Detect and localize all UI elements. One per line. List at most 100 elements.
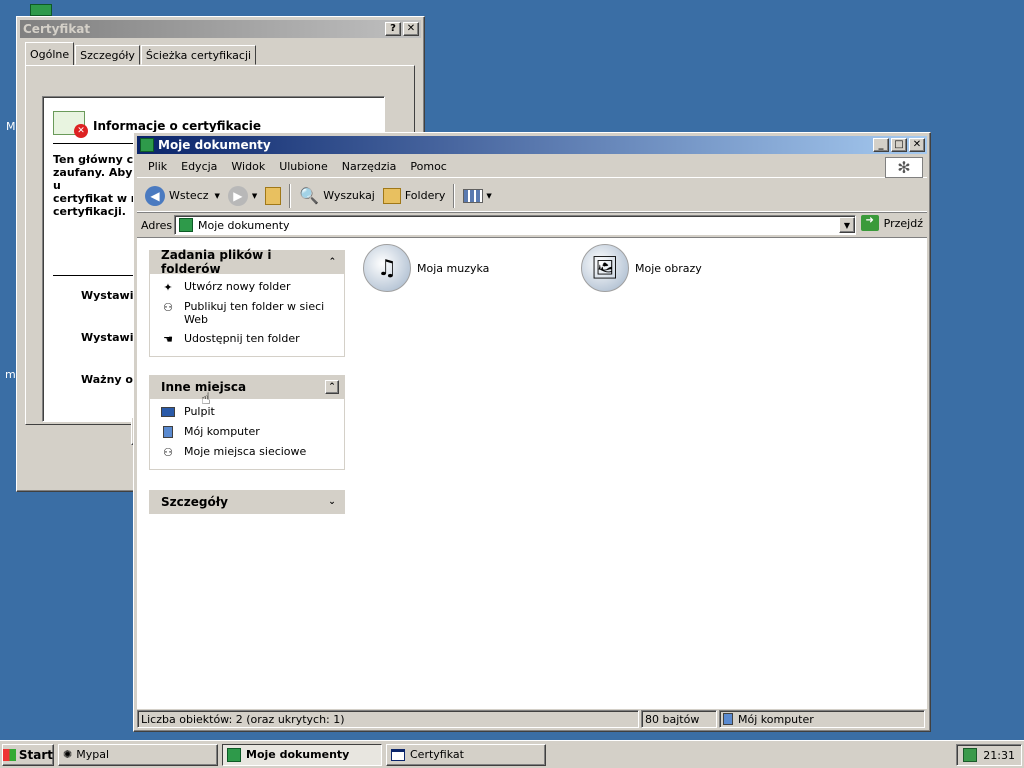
task-list: ✦ Utwórz nowy folder ⚇ Publikuj ten fold… <box>149 274 345 357</box>
tab-general[interactable]: Ogólne <box>25 42 75 66</box>
window-title: Moje dokumenty <box>158 138 271 152</box>
place-my-computer[interactable]: Mój komputer <box>160 425 334 439</box>
issued-by-label: Wystawic <box>81 331 140 344</box>
maximize-icon[interactable]: □ <box>891 138 907 152</box>
other-places-panel: Inne miejsca ⌃ Pulpit Mój komputer ⚇ Moj… <box>149 375 345 470</box>
my-computer-icon <box>723 713 733 725</box>
menu-favorites[interactable]: Ulubione <box>272 160 335 173</box>
task-label: Udostępnij ten folder <box>184 332 300 345</box>
desktop-icon-green[interactable] <box>30 4 52 16</box>
task-share-folder[interactable]: ☚ Udostępnij ten folder <box>160 332 334 346</box>
pictures-folder-icon: 🖼 <box>581 244 629 292</box>
tray-icon[interactable] <box>963 748 977 762</box>
menu-edit[interactable]: Edycja <box>174 160 224 173</box>
zone-label: Mój komputer <box>738 712 814 726</box>
body-line: certyfikacji. <box>53 205 126 218</box>
share-folder-icon: ☚ <box>163 332 173 346</box>
certificate-titlebar[interactable]: Certyfikat ? ✕ <box>20 20 421 38</box>
windows-logo-icon <box>3 748 16 761</box>
forward-arrow-icon: ▶ <box>227 185 248 206</box>
search-icon: 🔍 <box>299 186 320 205</box>
my-computer-icon <box>160 425 176 439</box>
forward-button[interactable]: ▶ ▼ <box>224 183 261 209</box>
menu-tools[interactable]: Narzędzia <box>335 160 404 173</box>
address-input[interactable]: Moje dokumenty ▼ <box>174 215 856 235</box>
back-arrow-icon: ◀ <box>145 185 165 206</box>
certificate-info-title: Informacje o certyfikacie <box>93 119 262 133</box>
place-desktop[interactable]: Pulpit <box>160 405 334 419</box>
throbber-icon: ✻ <box>885 157 923 178</box>
go-arrow-icon: ➜ <box>860 215 879 231</box>
chevron-down-icon[interactable]: ▼ <box>839 217 855 233</box>
body-line: zaufany. Aby u <box>53 166 133 192</box>
views-button[interactable]: ▼ <box>459 183 495 209</box>
place-network[interactable]: ⚇ Moje miejsca sieciowe <box>160 445 334 459</box>
expand-icon[interactable]: ⌄ <box>325 495 339 509</box>
folder-item-pictures[interactable]: 🖼 Moje obrazy <box>581 244 702 292</box>
close-icon[interactable]: ✕ <box>909 138 925 152</box>
other-places-header[interactable]: Inne miejsca ⌃ <box>149 375 345 399</box>
panel-title: Inne miejsca <box>161 380 247 394</box>
desktop-icon <box>160 405 176 419</box>
folder-item-music[interactable]: ♫ Moja muzyka <box>363 244 489 292</box>
taskbar-item-moje-dokumenty[interactable]: Moje dokumenty <box>222 743 382 766</box>
menu-bar: Plik Edycja Widok Ulubione Narzędzia Pom… <box>137 156 927 178</box>
folders-button[interactable]: Foldery <box>379 183 450 209</box>
up-folder-button[interactable] <box>261 183 285 209</box>
collapse-icon[interactable]: ⌃ <box>325 380 339 394</box>
go-button[interactable]: ➜ Przejdź <box>860 215 923 231</box>
file-folder-tasks-panel: Zadania plików i folderów ⌃ ✦ Utwórz now… <box>149 248 345 357</box>
chevron-down-icon[interactable]: ▼ <box>215 192 220 200</box>
explorer-window: Moje dokumenty _ □ ✕ Plik Edycja Widok U… <box>133 132 931 732</box>
taskbar: Start ✺ Mypal Moje dokumenty Certyfikat … <box>0 740 1024 768</box>
collapse-icon[interactable]: ⌃ <box>326 255 339 269</box>
menu-help[interactable]: Pomoc <box>403 160 453 173</box>
menu-view[interactable]: Widok <box>224 160 272 173</box>
window-icon <box>391 748 405 761</box>
task-new-folder[interactable]: ✦ Utwórz nowy folder <box>160 280 334 294</box>
explorer-titlebar[interactable]: Moje dokumenty _ □ ✕ <box>137 136 927 154</box>
go-label: Przejdź <box>883 216 923 230</box>
tab-details[interactable]: Szczegóły <box>75 45 140 65</box>
folder-icon <box>179 218 193 232</box>
folder-icon <box>140 138 154 152</box>
place-label: Mój komputer <box>184 425 260 438</box>
mypal-icon: ✺ <box>63 748 73 761</box>
music-folder-icon: ♫ <box>363 244 411 292</box>
tab-certification-path[interactable]: Ścieżka certyfikacji <box>140 45 257 65</box>
desktop-icon-label: M <box>6 120 16 133</box>
toolbar: ◀ Wstecz ▼ ▶ ▼ 🔍 Wyszukaj Foldery ▼ <box>137 180 927 212</box>
help-icon[interactable]: ? <box>385 22 401 36</box>
menu-file[interactable]: Plik <box>141 160 174 173</box>
place-label: Moje miejsca sieciowe <box>184 445 307 458</box>
search-label: Wyszukaj <box>323 189 375 202</box>
window-title: Certyfikat <box>23 22 91 36</box>
status-bar: Liczba obiektów: 2 (oraz ukrytych: 1) 80… <box>137 710 927 728</box>
task-publish-web[interactable]: ⚇ Publikuj ten folder w sieci Web <box>160 300 334 326</box>
network-places-icon: ⚇ <box>163 445 173 459</box>
body-line: certyfikat w n <box>53 192 139 205</box>
valid-from-label: Ważny od <box>81 373 141 386</box>
details-header[interactable]: Szczegóły ⌄ <box>149 490 345 514</box>
clock[interactable]: 21:31 <box>983 749 1015 762</box>
folder-content: Zadania plików i folderów ⌃ ✦ Utwórz now… <box>137 237 927 709</box>
taskbar-item-certyfikat[interactable]: Certyfikat <box>386 743 546 766</box>
close-icon[interactable]: ✕ <box>403 22 419 36</box>
taskbar-item-label: Mypal <box>76 748 109 761</box>
start-button[interactable]: Start <box>2 743 54 766</box>
chevron-down-icon[interactable]: ▼ <box>486 192 491 200</box>
panel-title: Zadania plików i folderów <box>161 248 272 276</box>
minimize-icon[interactable]: _ <box>873 138 889 152</box>
new-folder-icon: ✦ <box>163 280 173 294</box>
back-button[interactable]: ◀ Wstecz ▼ <box>141 183 224 209</box>
taskbar-item-label: Moje dokumenty <box>246 748 350 761</box>
chevron-down-icon[interactable]: ▼ <box>252 192 257 200</box>
places-list: Pulpit Mój komputer ⚇ Moje miejsca sieci… <box>149 399 345 470</box>
up-folder-icon <box>265 186 282 205</box>
task-label: Utwórz nowy folder <box>184 280 291 293</box>
file-folder-tasks-header[interactable]: Zadania plików i folderów ⌃ <box>149 248 345 276</box>
body-line: Ten główny ce <box>53 153 141 166</box>
certificate-tabs: Ogólne Szczegóły Ścieżka certyfikacji <box>25 42 257 66</box>
search-button[interactable]: 🔍 Wyszukaj <box>295 183 379 209</box>
taskbar-item-mypal[interactable]: ✺ Mypal <box>58 743 218 766</box>
